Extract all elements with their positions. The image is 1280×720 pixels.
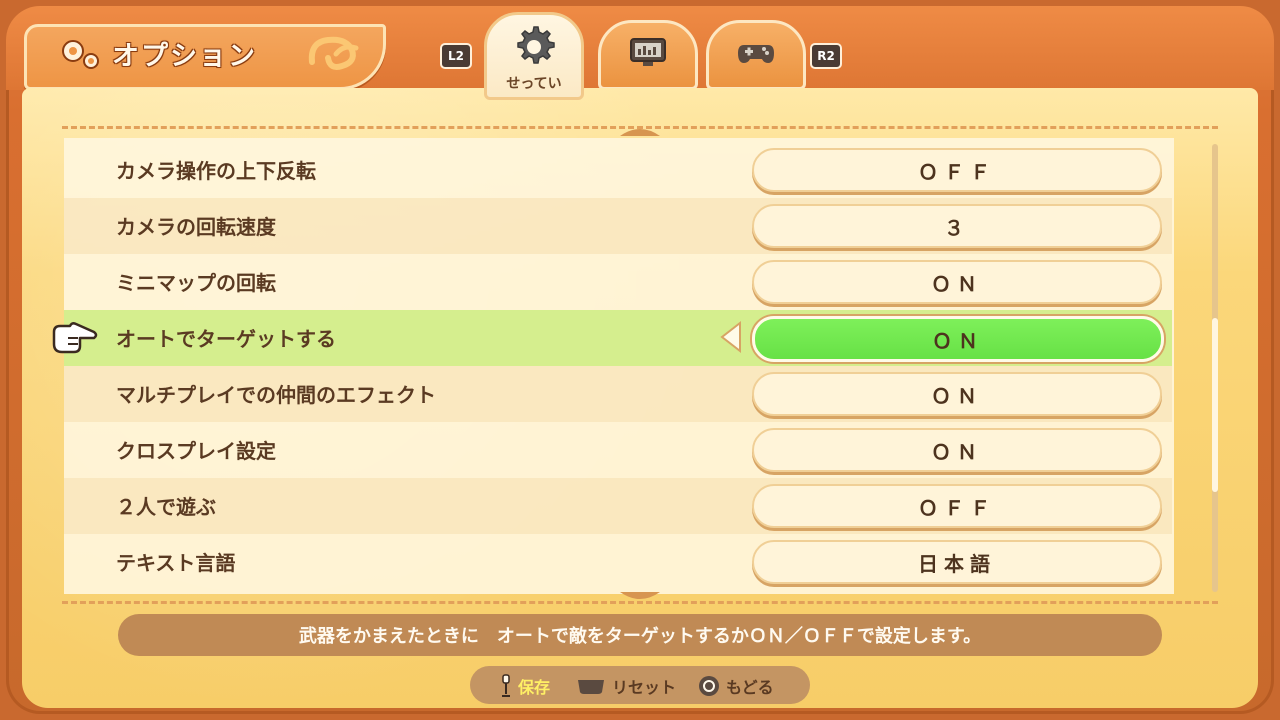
setting-row-text-language[interactable]: テキスト言語 日本語 [64, 534, 1172, 590]
setting-value[interactable]: ＯＦＦ [752, 484, 1162, 528]
circle-button-icon [699, 676, 719, 696]
scrollbar-thumb[interactable] [1212, 318, 1218, 492]
setting-row-camera-speed[interactable]: カメラの回転速度 ３ [64, 198, 1172, 254]
page-title: オプション [112, 41, 257, 72]
gamepad-icon [738, 45, 774, 63]
setting-value[interactable]: ＯＮ [752, 316, 1164, 362]
setting-row-camera-invert[interactable]: カメラ操作の上下反転 ＯＦＦ [64, 142, 1172, 198]
emblem-icon [308, 36, 359, 70]
tab-settings[interactable]: せってい [484, 12, 584, 100]
tab-display[interactable] [598, 20, 698, 90]
tab-controls[interactable] [706, 20, 806, 90]
setting-row-two-player[interactable]: ２人で遊ぶ ＯＦＦ [64, 478, 1172, 534]
scroll-up-arrow-icon[interactable] [618, 124, 662, 138]
back-label: もどる [726, 678, 774, 697]
back-button[interactable]: もどる [698, 674, 774, 698]
setting-description: 武器をかまえたときに オートで敵をターゲットするかＯＮ／ＯＦＦで設定します。 [118, 614, 1162, 656]
setting-label: マルチプレイでの仲間のエフェクト [116, 383, 436, 407]
reset-label: リセット [612, 678, 677, 697]
scroll-down-arrow-icon[interactable] [618, 590, 662, 604]
setting-label: ２人で遊ぶ [116, 495, 216, 519]
save-button[interactable]: 保存 [500, 674, 550, 698]
setting-label: オートでターゲットする [116, 327, 336, 351]
stick-icon [502, 674, 510, 697]
setting-row-auto-target[interactable]: オートでターゲットする ＯＮ [64, 310, 1172, 366]
setting-row-minimap-rotation[interactable]: ミニマップの回転 ＯＮ [64, 254, 1172, 310]
setting-label: カメラの回転速度 [116, 215, 276, 239]
monitor-icon [630, 38, 666, 66]
touchpad-icon [578, 680, 604, 694]
value-left-arrow-icon[interactable] [718, 320, 744, 354]
setting-value[interactable]: ３ [752, 204, 1162, 248]
setting-row-crossplay[interactable]: クロスプレイ設定 ＯＮ [64, 422, 1172, 478]
gear-icon [62, 40, 99, 69]
setting-label: テキスト言語 [116, 551, 236, 575]
setting-row-multiplay-effects[interactable]: マルチプレイでの仲間のエフェクト ＯＮ [64, 366, 1172, 422]
save-label: 保存 [518, 678, 551, 697]
setting-label: ミニマップの回転 [116, 271, 276, 295]
setting-value[interactable]: 日本語 [752, 540, 1162, 584]
setting-label: クロスプレイ設定 [116, 439, 276, 463]
setting-value[interactable]: ＯＦＦ [752, 148, 1162, 192]
setting-value[interactable]: ＯＮ [752, 372, 1162, 416]
tab-settings-label: せってい [506, 76, 562, 92]
setting-label: カメラ操作の上下反転 [116, 159, 316, 183]
l2-button[interactable]: L2 [440, 43, 472, 69]
setting-value[interactable]: ＯＮ [752, 260, 1162, 304]
reset-button[interactable]: リセット [576, 674, 676, 698]
r2-button[interactable]: R2 [810, 43, 842, 69]
gear-icon [517, 26, 555, 64]
hand-pointer-icon [52, 322, 98, 354]
setting-value[interactable]: ＯＮ [752, 428, 1162, 472]
